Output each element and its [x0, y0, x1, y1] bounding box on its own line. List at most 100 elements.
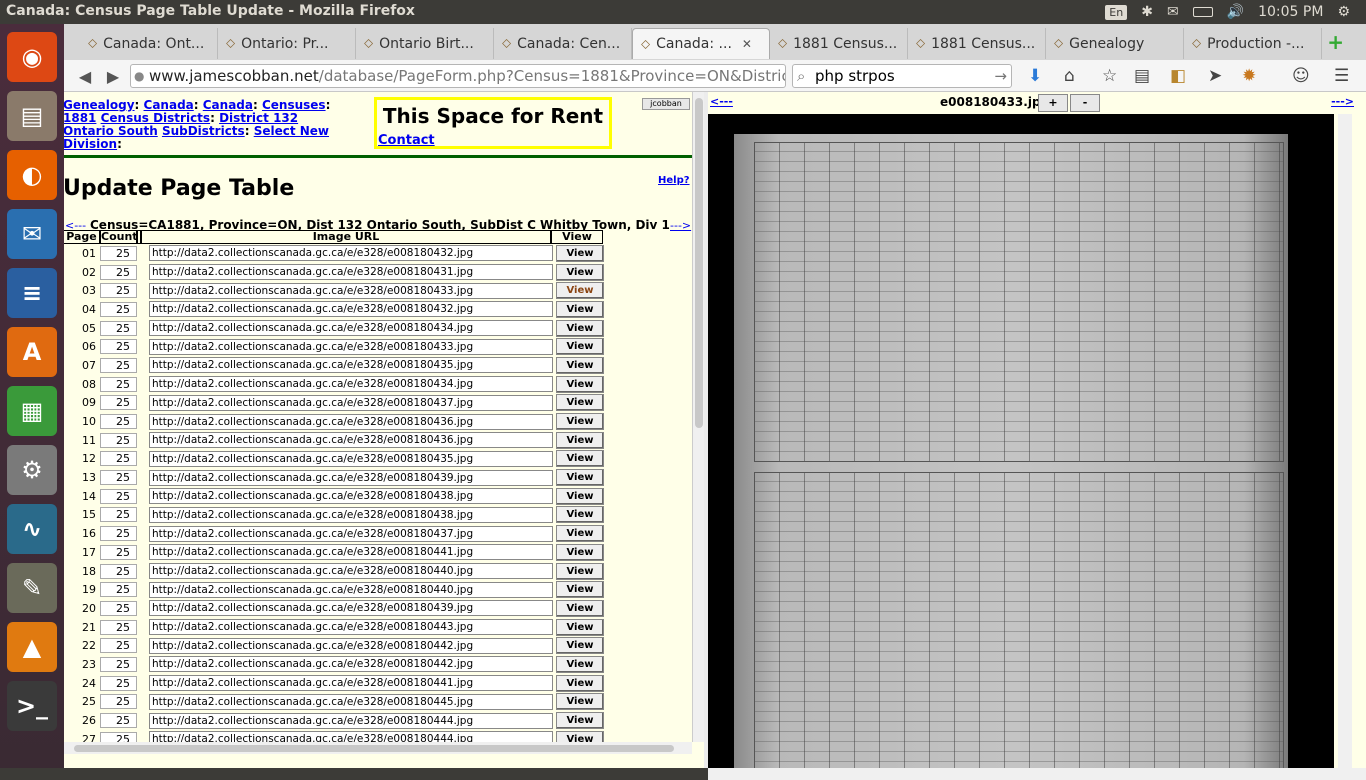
search-bar[interactable]: ⌕ php strpos →: [792, 64, 1012, 88]
user-button[interactable]: jcobban: [642, 98, 690, 110]
view-button[interactable]: View: [556, 581, 604, 599]
next-image-link[interactable]: --->: [1331, 95, 1354, 108]
view-button[interactable]: View: [556, 599, 604, 617]
image-url-input[interactable]: http://data2.collectionscanada.gc.ca/e/e…: [149, 469, 553, 486]
view-button[interactable]: View: [556, 712, 604, 730]
scroll-thumb[interactable]: [695, 98, 703, 428]
terminal-icon[interactable]: >_: [7, 681, 57, 731]
view-button[interactable]: View: [556, 413, 604, 431]
search-go-icon[interactable]: →: [994, 65, 1007, 87]
image-url-input[interactable]: http://data2.collectionscanada.gc.ca/e/e…: [149, 245, 553, 262]
count-input[interactable]: 25: [100, 694, 137, 710]
count-input[interactable]: 25: [100, 264, 137, 280]
image-url-input[interactable]: http://data2.collectionscanada.gc.ca/e/e…: [149, 600, 553, 617]
image-url-input[interactable]: http://data2.collectionscanada.gc.ca/e/e…: [149, 432, 553, 449]
count-input[interactable]: 25: [100, 432, 137, 448]
breadcrumb-subdistricts[interactable]: SubDistricts: [162, 124, 245, 138]
view-button[interactable]: View: [556, 674, 604, 692]
new-tab-button[interactable]: +: [1327, 30, 1344, 54]
calc-icon[interactable]: ▦: [7, 386, 57, 436]
count-input[interactable]: 25: [100, 675, 137, 691]
breadcrumb-censuses[interactable]: Censuses: [262, 98, 326, 112]
mail-icon[interactable]: ✉: [1167, 4, 1179, 20]
count-input[interactable]: 25: [100, 713, 137, 729]
files-icon[interactable]: ▤: [7, 91, 57, 141]
view-button[interactable]: View: [556, 394, 604, 412]
writer-icon[interactable]: ≡: [7, 268, 57, 318]
view-button[interactable]: View: [556, 618, 604, 636]
count-input[interactable]: 25: [100, 488, 137, 504]
horizontal-scrollbar[interactable]: [64, 742, 692, 754]
count-input[interactable]: 25: [100, 600, 137, 616]
image-url-input[interactable]: http://data2.collectionscanada.gc.ca/e/e…: [149, 581, 553, 598]
browser-tab[interactable]: ⬦ Canada: Cen...: [494, 28, 632, 59]
image-url-input[interactable]: http://data2.collectionscanada.gc.ca/e/e…: [149, 506, 553, 523]
view-button[interactable]: View: [556, 487, 604, 505]
view-button[interactable]: View: [556, 244, 604, 262]
count-input[interactable]: 25: [100, 320, 137, 336]
count-input[interactable]: 25: [100, 544, 137, 560]
image-url-input[interactable]: http://data2.collectionscanada.gc.ca/e/e…: [149, 656, 553, 673]
send-icon[interactable]: ➤: [1208, 66, 1222, 86]
image-url-input[interactable]: http://data2.collectionscanada.gc.ca/e/e…: [149, 320, 553, 337]
browser-tab[interactable]: ⬦ Ontario Birt...: [356, 28, 494, 59]
scroll-thumb[interactable]: [74, 745, 674, 752]
image-url-input[interactable]: http://data2.collectionscanada.gc.ca/e/e…: [149, 488, 553, 505]
bookmark-star-icon[interactable]: ☆: [1102, 66, 1117, 86]
bookmarks-list-icon[interactable]: ▤: [1134, 66, 1150, 86]
help-link[interactable]: Help?: [658, 175, 690, 186]
image-url-input[interactable]: http://data2.collectionscanada.gc.ca/e/e…: [149, 301, 553, 318]
zoom-in-button[interactable]: +: [1038, 94, 1068, 112]
firefox-icon[interactable]: ◐: [7, 150, 57, 200]
image-url-input[interactable]: http://data2.collectionscanada.gc.ca/e/e…: [149, 619, 553, 636]
breadcrumb-canada-1[interactable]: Canada: [144, 98, 194, 112]
home-icon[interactable]: ⌂: [1064, 66, 1075, 86]
image-url-input[interactable]: http://data2.collectionscanada.gc.ca/e/e…: [149, 282, 553, 299]
image-url-input[interactable]: http://data2.collectionscanada.gc.ca/e/e…: [149, 413, 553, 430]
browser-tab[interactable]: ⬦ 1881 Census...: [770, 28, 908, 59]
count-input[interactable]: 25: [100, 526, 137, 542]
ubuntu-icon[interactable]: ◉: [7, 32, 57, 82]
breadcrumb-genealogy[interactable]: Genealogy: [64, 98, 135, 112]
view-button[interactable]: View: [556, 655, 604, 673]
view-button[interactable]: View: [556, 375, 604, 393]
view-button[interactable]: View: [556, 693, 604, 711]
image-url-input[interactable]: http://data2.collectionscanada.gc.ca/e/e…: [149, 525, 553, 542]
browser-tab[interactable]: ⬦ Canada: Ont...: [80, 28, 218, 59]
image-url-input[interactable]: http://data2.collectionscanada.gc.ca/e/e…: [149, 675, 553, 692]
count-input[interactable]: 25: [100, 301, 137, 317]
image-url-input[interactable]: http://data2.collectionscanada.gc.ca/e/e…: [149, 450, 553, 467]
keyboard-layout-indicator[interactable]: En: [1105, 4, 1128, 20]
view-button[interactable]: View: [556, 506, 604, 524]
count-input[interactable]: 25: [100, 638, 137, 654]
count-input[interactable]: 25: [100, 395, 137, 411]
image-url-input[interactable]: http://data2.collectionscanada.gc.ca/e/e…: [149, 357, 553, 374]
count-input[interactable]: 25: [100, 470, 137, 486]
view-button[interactable]: View: [556, 263, 604, 281]
count-input[interactable]: 25: [100, 451, 137, 467]
count-input[interactable]: 25: [100, 339, 137, 355]
vlc-icon[interactable]: ▲: [7, 622, 57, 672]
image-url-input[interactable]: http://data2.collectionscanada.gc.ca/e/e…: [149, 544, 553, 561]
addon-icon[interactable]: ◧: [1170, 66, 1186, 86]
image-horizontal-scrollbar[interactable]: [708, 768, 1366, 780]
image-url-input[interactable]: http://data2.collectionscanada.gc.ca/e/e…: [149, 637, 553, 654]
count-input[interactable]: 25: [100, 507, 137, 523]
prev-image-link[interactable]: <---: [710, 95, 733, 108]
next-division-link[interactable]: --->: [670, 219, 691, 232]
power-gear-icon[interactable]: ⚙: [1337, 4, 1350, 20]
vertical-scrollbar[interactable]: [692, 92, 704, 742]
image-url-input[interactable]: http://data2.collectionscanada.gc.ca/e/e…: [149, 338, 553, 355]
bluetooth-icon[interactable]: ✱: [1141, 4, 1153, 20]
view-button[interactable]: View: [556, 356, 604, 374]
software-center-icon[interactable]: A: [7, 327, 57, 377]
thunderbird-icon[interactable]: ✉: [7, 209, 57, 259]
browser-tab[interactable]: ⬦ Production -...: [1184, 28, 1322, 59]
count-input[interactable]: 25: [100, 357, 137, 373]
image-url-input[interactable]: http://data2.collectionscanada.gc.ca/e/e…: [149, 693, 553, 710]
battery-icon[interactable]: [1192, 7, 1213, 17]
close-tab-icon[interactable]: ✕: [742, 37, 752, 51]
browser-tab[interactable]: ⬦ Ontario: Pr...: [218, 28, 356, 59]
clock[interactable]: 10:05 PM: [1258, 4, 1323, 20]
breadcrumb-canada-2[interactable]: Canada: [203, 98, 253, 112]
